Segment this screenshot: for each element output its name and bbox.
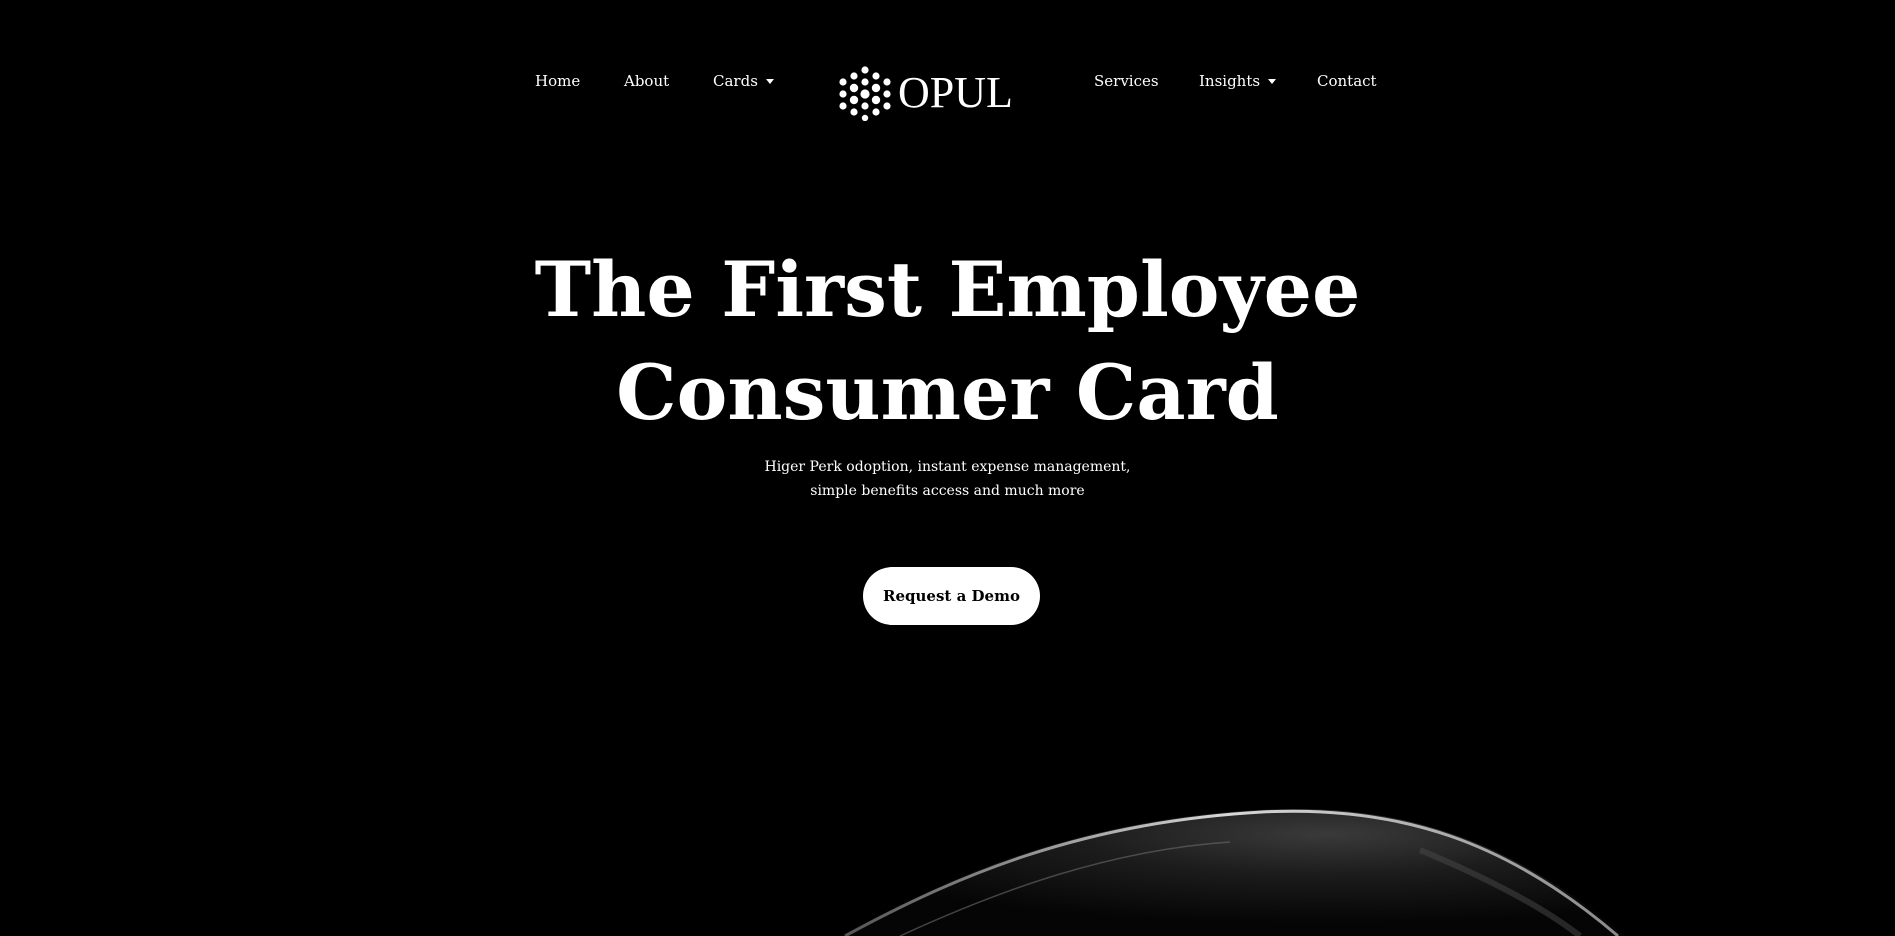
- nav-about-label: About: [624, 72, 670, 90]
- logo-wordmark: OPUL: [898, 68, 1013, 117]
- hero-subtitle-line-1: Higer Perk odoption, instant expense man…: [764, 459, 1131, 475]
- nav-cards-dropdown[interactable]: Cards: [713, 72, 774, 90]
- nav-contact-label: Contact: [1317, 72, 1377, 90]
- caret-down-icon: [1268, 79, 1277, 84]
- hero-title-line-2: Consumer Card: [616, 348, 1279, 437]
- nav-home-label: Home: [535, 72, 581, 90]
- hero-title-line-1: The First Employee: [534, 245, 1361, 334]
- nav-services-label: Services: [1094, 72, 1159, 90]
- top-nav: Home About Cards OPUL Services Insights …: [0, 62, 1895, 122]
- opul-logo-icon: [839, 66, 891, 121]
- nav-insights-label: Insights: [1199, 72, 1261, 90]
- nav-contact-link[interactable]: Contact: [1317, 72, 1377, 90]
- nav-insights-dropdown[interactable]: Insights: [1199, 72, 1277, 90]
- logo-link[interactable]: OPUL: [838, 65, 1013, 121]
- hero-subtitle: Higer Perk odoption, instant expense man…: [0, 455, 1895, 503]
- request-demo-button[interactable]: Request a Demo: [863, 567, 1040, 625]
- landing-page: Home About Cards OPUL Services Insights …: [0, 0, 1895, 936]
- nav-about-link[interactable]: About: [624, 72, 669, 90]
- decorative-orb-image: [840, 808, 1625, 936]
- nav-home-link[interactable]: Home: [535, 72, 580, 90]
- nav-services-link[interactable]: Services: [1094, 72, 1159, 90]
- nav-cards-label: Cards: [713, 72, 758, 90]
- caret-down-icon: [765, 79, 774, 84]
- hero-subtitle-line-2: simple benefits access and much more: [810, 483, 1085, 499]
- hero-title: The First Employee Consumer Card: [0, 238, 1895, 444]
